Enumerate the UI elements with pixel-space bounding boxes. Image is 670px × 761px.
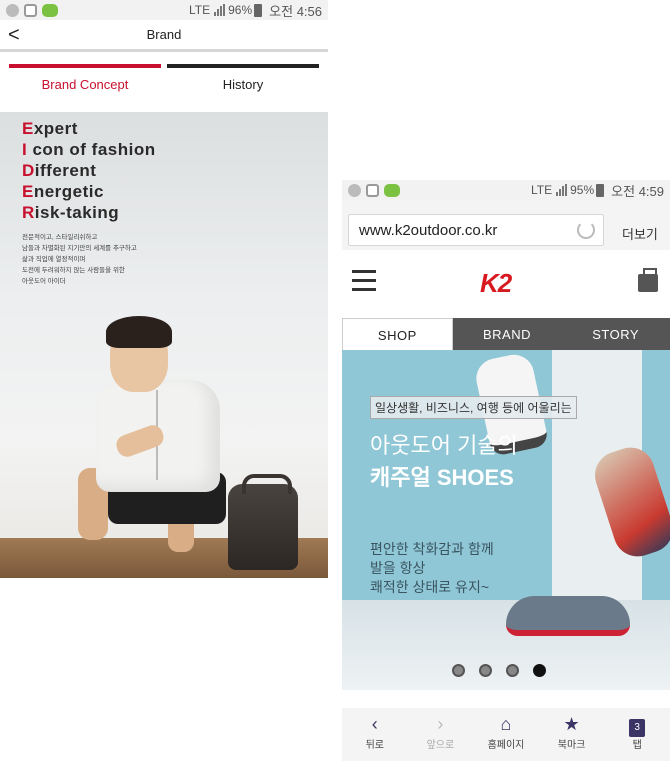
banner-body: 편안한 착화감과 함께 발을 항상 쾌적한 상태로 유지~ — [370, 541, 494, 595]
network-type: LTE — [189, 3, 211, 17]
network-type: LTE — [531, 183, 553, 197]
line-app-icon — [384, 183, 400, 197]
battery-icon — [596, 183, 605, 197]
tabs-button[interactable]: 3 탭 — [604, 708, 670, 761]
clock: 오전 4:59 — [611, 183, 664, 199]
carousel-dot[interactable] — [452, 664, 465, 677]
back-arrow-icon[interactable]: < — [8, 24, 20, 47]
banner-tag: 일상생활, 비즈니스, 여행 등에 어울리는 — [370, 396, 577, 419]
page-title: Brand — [146, 27, 182, 42]
acrostic-line: Different — [22, 161, 97, 180]
carousel-dots — [452, 664, 560, 677]
home-icon: ⌂ — [500, 714, 512, 734]
url-input[interactable]: www.k2outdoor.co.kr — [348, 214, 604, 246]
acrostic-line: I con of fashion — [22, 140, 156, 159]
line-app-icon — [42, 3, 58, 17]
back-icon: ‹ — [371, 714, 378, 734]
model-hair — [106, 316, 172, 348]
forward-button[interactable]: › 앞으로 — [408, 708, 474, 761]
acrostic-line: Expert — [22, 119, 78, 138]
site-nav-tabs: SHOP BRAND STORY — [342, 318, 670, 350]
url-text: www.k2outdoor.co.kr — [359, 221, 498, 239]
hamburger-menu-icon[interactable] — [352, 270, 376, 292]
reload-icon[interactable] — [577, 221, 595, 239]
forward-icon: › — [437, 714, 444, 734]
brand-acrostic: Expert I con of fashion Different Energe… — [22, 118, 156, 223]
shopping-bag-icon[interactable] — [638, 268, 658, 292]
battery-percent: 96% — [228, 3, 253, 17]
brand-description: 전문적이고, 스타일리쉬하고 남들과 차별화된 지기만의 세계를 추구하고 삶과… — [22, 234, 137, 285]
app-bar: < Brand — [0, 20, 328, 52]
tab-shop[interactable]: SHOP — [342, 318, 453, 350]
right-phone-screen: LTE 95% 오전 4:59 www.k2outdoor.co.kr 더보기 … — [342, 180, 670, 761]
app-notification-icon — [6, 3, 19, 17]
clock: 오전 4:56 — [269, 3, 322, 19]
brand-hero-image: Expert I con of fashion Different Energe… — [0, 112, 328, 578]
browser-url-bar: www.k2outdoor.co.kr 더보기 — [342, 200, 670, 250]
backpack-image — [228, 474, 298, 570]
more-button[interactable]: 더보기 — [622, 224, 658, 243]
site-header: K2 — [342, 250, 670, 316]
acrostic-line: Risk-taking — [22, 203, 120, 222]
tab-story[interactable]: STORY — [561, 318, 670, 350]
app-notification-icon — [348, 183, 361, 197]
battery-icon — [254, 3, 263, 17]
home-label: 홈페이지 — [487, 740, 525, 751]
k2-logo[interactable]: K2 — [480, 268, 512, 299]
battery-percent: 95% — [570, 183, 595, 197]
image-notification-icon — [366, 183, 379, 197]
bookmark-button[interactable]: ★ 북마크 — [539, 708, 605, 761]
back-label: 뒤로 — [365, 740, 384, 751]
bookmark-icon: ★ — [563, 714, 580, 734]
acrostic-line: Energetic — [22, 182, 104, 201]
browser-bottom-nav: ‹ 뒤로 › 앞으로 ⌂ 홈페이지 ★ 북마크 3 탭 — [342, 708, 670, 761]
grey-shoe-image — [506, 596, 630, 636]
carousel-dot[interactable] — [479, 664, 492, 677]
bookmark-label: 북마크 — [557, 740, 586, 751]
promo-banner[interactable]: 일상생활, 비즈니스, 여행 등에 어울리는 아웃도어 기술의 캐주얼 SHOE… — [342, 350, 670, 690]
signal-icon — [555, 184, 568, 196]
carousel-dot-active[interactable] — [533, 664, 546, 677]
back-button[interactable]: ‹ 뒤로 — [342, 708, 408, 761]
home-button[interactable]: ⌂ 홈페이지 — [473, 708, 539, 761]
forward-label: 앞으로 — [426, 740, 455, 751]
left-phone-screen: LTE 96% 오전 4:56 < Brand Brand Concept Hi… — [0, 0, 328, 580]
status-bar: LTE 95% 오전 4:59 — [342, 180, 670, 200]
tabs-icon: 3 — [604, 714, 670, 737]
tab-brand-concept[interactable]: Brand Concept — [9, 64, 161, 92]
banner-subheadline: 캐주얼 SHOES — [370, 465, 514, 490]
tab-history[interactable]: History — [167, 64, 319, 92]
tab-brand[interactable]: BRAND — [452, 318, 562, 350]
tabs-label: 탭 — [632, 740, 642, 751]
brand-tabs: Brand Concept History — [6, 64, 322, 92]
signal-icon — [213, 4, 226, 16]
status-bar: LTE 96% 오전 4:56 — [0, 0, 328, 20]
banner-headline: 아웃도어 기술의 — [370, 433, 518, 458]
image-notification-icon — [24, 3, 37, 17]
carousel-dot[interactable] — [506, 664, 519, 677]
